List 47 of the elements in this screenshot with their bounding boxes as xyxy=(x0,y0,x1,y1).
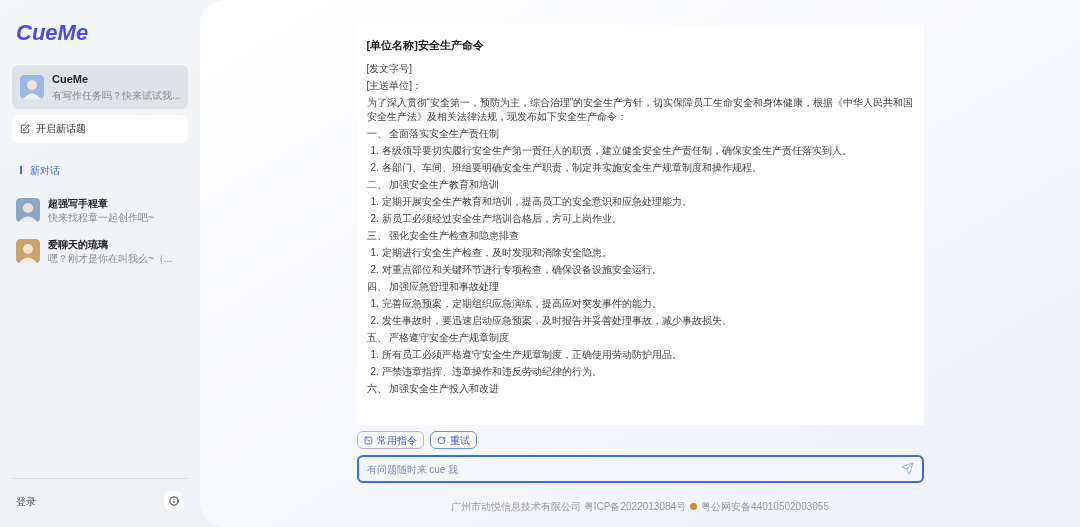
info-button[interactable] xyxy=(164,491,184,511)
section-heading: 一、 全面落实安全生产责任制 xyxy=(366,126,501,141)
document-title: [单位名称]安全生产命令 xyxy=(366,38,485,53)
character-preview: 嘿？刚才是你在叫我么~（... xyxy=(48,251,173,266)
new-topic-button[interactable]: 开启新话题 xyxy=(12,114,188,143)
retry-icon xyxy=(436,435,446,445)
document-paragraph: 1. 各级领导要切实履行安全生产第一责任人的职责，建立健全安全生产责任制，确保安全生产责任落实到人。 xyxy=(369,143,853,158)
section-heading: 二、 加强安全生产教育和培训 xyxy=(366,177,501,192)
command-icon xyxy=(363,435,373,445)
agent-card[interactable]: CueMe 有写作任务吗？快来试试我... xyxy=(12,65,188,109)
document-paragraph: 2. 对重点部位和关键环节进行专项检查，确保设备设施安全运行。 xyxy=(369,262,663,277)
document-paragraph: 为了深入贯彻“安全第一，预防为主，综合治理”的安全生产方针，切实保障员工生命安全和身体健康，根据《中华人民共和国安全生产法》及相关法律法规，现发布如下安全生产命令： xyxy=(366,95,914,124)
agent-name: CueMe xyxy=(52,72,90,87)
footer-company: 广州市动悦信息技术有限公司 粤ICP备2022013084号 xyxy=(451,500,687,514)
document-paragraph: 1. 所有员工必须严格遵守安全生产规章制度，正确使用劳动防护用品。 xyxy=(369,347,683,362)
footer-police-record: 粤公网安备44010502003055 xyxy=(701,500,829,514)
new-chat-icon xyxy=(20,123,30,134)
section-heading: 六、 加强安全生产投入和改进 xyxy=(366,381,501,396)
section-heading: 四、 加强应急管理和事故处理 xyxy=(366,279,501,294)
section-heading: 三、 强化安全生产检查和隐患排查 xyxy=(366,228,521,243)
avatar-icon xyxy=(16,239,40,263)
common-commands-button[interactable]: 常用指令 xyxy=(356,431,424,449)
character-item[interactable]: 超强写手程章 快来找程章一起创作吧~ xyxy=(12,193,188,227)
info-icon xyxy=(169,496,179,506)
retry-button[interactable]: 重试 xyxy=(429,431,477,449)
avatar-icon xyxy=(20,74,44,99)
document-paragraph: 1. 定期进行安全生产检查，及时发现和消除安全隐患。 xyxy=(369,245,613,260)
document-paragraph: 1. 完善应急预案，定期组织应急演练，提高应对突发事件的能力。 xyxy=(369,296,663,311)
document-paragraph: 2. 发生事故时，要迅速启动应急预案，及时报告并妥善处理事故，减少事故损失。 xyxy=(369,313,733,328)
avatar-icon xyxy=(16,198,40,222)
document-paragraph: 2. 各部门、车间、班组要明确安全生产职责，制定并实施安全生产规章制度和操作规程。 xyxy=(369,160,763,175)
message-input[interactable]: 有问题随时来 cue 我 xyxy=(356,455,924,483)
document-paragraph: [主送单位]： xyxy=(366,78,424,93)
conversation-item[interactable]: 新对话 xyxy=(12,158,188,182)
document-paragraph: [发文字号] xyxy=(366,61,414,76)
document-paragraph: 2. 严禁违章指挥、违章操作和违反劳动纪律的行为。 xyxy=(369,364,603,379)
agent-preview: 有写作任务吗？快来试试我... xyxy=(52,88,180,103)
section-heading: 五、 严格遵守安全生产规章制度 xyxy=(366,330,511,345)
character-preview: 快来找程章一起创作吧~ xyxy=(48,210,154,225)
character-name: 超强写手程章 xyxy=(48,196,109,211)
police-badge-icon xyxy=(690,503,698,510)
document-paragraph: 2. 新员工必须经过安全生产培训合格后，方可上岗作业。 xyxy=(369,211,623,226)
login-button[interactable]: 登录 xyxy=(16,493,36,509)
character-name: 爱聊天的琉璃 xyxy=(48,237,109,252)
document-paragraph: 1. 定期开展安全生产教育和培训，提高员工的安全意识和应急处理能力。 xyxy=(369,194,693,209)
logo: CueMe xyxy=(15,19,90,47)
character-item[interactable]: 爱聊天的琉璃 嘿？刚才是你在叫我么~（... xyxy=(12,234,188,268)
